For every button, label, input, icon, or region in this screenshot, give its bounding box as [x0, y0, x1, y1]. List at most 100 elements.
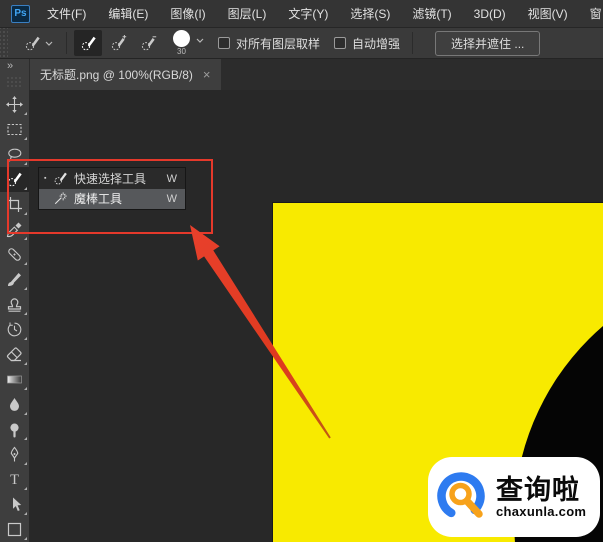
- menu-item-view[interactable]: 视图(V): [517, 5, 579, 22]
- rectangle-tool[interactable]: [0, 517, 29, 542]
- tools-panel: » T: [0, 59, 29, 542]
- quick-selection-icon: [53, 171, 68, 186]
- brush-size-value: 30: [177, 47, 186, 56]
- gradient-tool[interactable]: [0, 367, 29, 392]
- quick-selection-icon: [24, 35, 41, 52]
- current-tool-marker: ▪: [44, 175, 47, 182]
- collapse-panel-chevron[interactable]: »: [0, 59, 29, 74]
- type-tool[interactable]: T: [0, 467, 29, 492]
- brush-size-picker[interactable]: 30: [173, 30, 204, 56]
- tool-list: T: [0, 92, 29, 542]
- photoshop-window: Ps 文件(F) 编辑(E) 图像(I) 图层(L) 文字(Y) 选择(S) 滤…: [0, 0, 603, 542]
- flyout-item-shortcut: W: [166, 172, 177, 185]
- eraser-tool[interactable]: [0, 342, 29, 367]
- path-selection-icon: [6, 496, 23, 513]
- menu-item-3d[interactable]: 3D(D): [463, 7, 517, 21]
- add-to-selection-mode[interactable]: [104, 30, 132, 56]
- svg-text:T: T: [10, 472, 19, 488]
- dodge-icon: [6, 421, 23, 438]
- tool-flyout-menu: ▪ 快速选择工具 W 魔棒工具 W: [38, 167, 186, 210]
- menu-item-filter[interactable]: 滤镜(T): [401, 5, 462, 22]
- flyout-item-label: 快速选择工具: [74, 172, 147, 186]
- pen-tool[interactable]: [0, 442, 29, 467]
- eyedropper-tool[interactable]: [0, 217, 29, 242]
- brush-preview: 30: [173, 30, 190, 56]
- divider: [412, 32, 414, 54]
- menu-item-select[interactable]: 选择(S): [339, 5, 401, 22]
- eyedropper-icon: [6, 221, 23, 238]
- menu-item-window[interactable]: 窗口(W): [579, 5, 603, 22]
- auto-enhance-label: 自动增强: [352, 36, 401, 51]
- watermark-badge: 查询啦 chaxunla.com: [428, 457, 600, 537]
- gradient-icon: [6, 371, 23, 388]
- crop-tool[interactable]: [0, 192, 29, 217]
- document-tab[interactable]: 无标题.png @ 100%(RGB/8) ×: [30, 59, 221, 90]
- rectangular-marquee-tool[interactable]: [0, 117, 29, 142]
- options-bar-grip[interactable]: [0, 28, 8, 58]
- type-icon: T: [6, 471, 23, 488]
- watermark-domain: chaxunla.com: [496, 504, 587, 519]
- eraser-icon: [6, 346, 23, 363]
- tools-panel-grip[interactable]: [6, 76, 23, 88]
- menu-bar: Ps 文件(F) 编辑(E) 图像(I) 图层(L) 文字(Y) 选择(S) 滤…: [0, 0, 603, 28]
- menu-item-file[interactable]: 文件(F): [36, 5, 97, 22]
- quick-selection-icon: [6, 171, 23, 188]
- history-brush-icon: [6, 321, 23, 338]
- sample-all-layers-checkbox[interactable]: [218, 37, 230, 49]
- crop-icon: [6, 196, 23, 213]
- flyout-item-magic-wand-tool[interactable]: 魔棒工具 W: [39, 188, 185, 209]
- photoshop-logo: Ps: [11, 4, 30, 23]
- blur-icon: [6, 396, 23, 413]
- move-icon: [6, 96, 23, 113]
- lasso-tool[interactable]: [0, 142, 29, 167]
- dodge-tool[interactable]: [0, 417, 29, 442]
- auto-enhance-checkbox[interactable]: [334, 37, 347, 49]
- clone-stamp-tool[interactable]: [0, 292, 29, 317]
- menu-item-image[interactable]: 图像(I): [159, 5, 216, 22]
- spot-healing-brush-tool[interactable]: [0, 242, 29, 267]
- flyout-item-shortcut: W: [166, 192, 177, 205]
- tool-options-bar: 30 对所有图层取样 自动增强 选择并遮住 ...: [0, 28, 603, 59]
- sample-all-layers-option: 对所有图层取样: [218, 35, 320, 52]
- brush-circle-icon: [173, 30, 190, 47]
- quick-selection-tool[interactable]: [0, 167, 29, 192]
- qs-subtract-icon: [140, 35, 157, 52]
- menu-items: 文件(F) 编辑(E) 图像(I) 图层(L) 文字(Y) 选择(S) 滤镜(T…: [30, 0, 603, 27]
- document-title: 无标题.png @ 100%(RGB/8): [40, 68, 193, 82]
- rectangle-icon: [6, 521, 23, 538]
- menu-item-edit[interactable]: 编辑(E): [97, 5, 159, 22]
- chevron-down-icon: [45, 41, 53, 46]
- subtract-from-selection-mode[interactable]: [134, 30, 162, 56]
- brush-icon: [6, 271, 23, 288]
- blur-tool[interactable]: [0, 392, 29, 417]
- magic-wand-icon: [53, 191, 68, 206]
- healing-icon: [6, 246, 23, 263]
- brush-tool[interactable]: [0, 267, 29, 292]
- flyout-item-label: 魔棒工具: [74, 192, 123, 206]
- move-tool[interactable]: [0, 92, 29, 117]
- history-brush-tool[interactable]: [0, 317, 29, 342]
- new-selection-mode[interactable]: [74, 30, 102, 56]
- auto-enhance-option: 自动增强: [334, 35, 400, 52]
- sample-all-layers-label: 对所有图层取样: [236, 36, 321, 51]
- selection-mode-buttons: [73, 30, 163, 56]
- quick-selection-icon: [80, 35, 97, 52]
- divider: [66, 32, 67, 54]
- watermark-text: 查询啦 chaxunla.com: [496, 475, 586, 519]
- lasso-icon: [6, 146, 23, 163]
- menu-item-layer[interactable]: 图层(L): [217, 5, 278, 22]
- path-selection-tool[interactable]: [0, 492, 29, 517]
- pen-icon: [6, 446, 23, 463]
- stamp-icon: [6, 296, 23, 313]
- marquee-icon: [6, 121, 23, 138]
- close-icon[interactable]: ×: [203, 68, 211, 81]
- chaxunla-logo-icon: [434, 467, 494, 527]
- menu-item-type[interactable]: 文字(Y): [277, 5, 339, 22]
- flyout-item-quick-selection-tool[interactable]: ▪ 快速选择工具 W: [39, 169, 185, 189]
- tool-preset-picker[interactable]: [16, 30, 60, 56]
- chevron-down-icon: [196, 38, 204, 43]
- select-and-mask-button[interactable]: 选择并遮住 ...: [435, 30, 541, 56]
- watermark-title: 查询啦: [496, 475, 580, 505]
- document-tab-bar: 无标题.png @ 100%(RGB/8) ×: [29, 59, 603, 90]
- qs-add-icon: [110, 34, 127, 52]
